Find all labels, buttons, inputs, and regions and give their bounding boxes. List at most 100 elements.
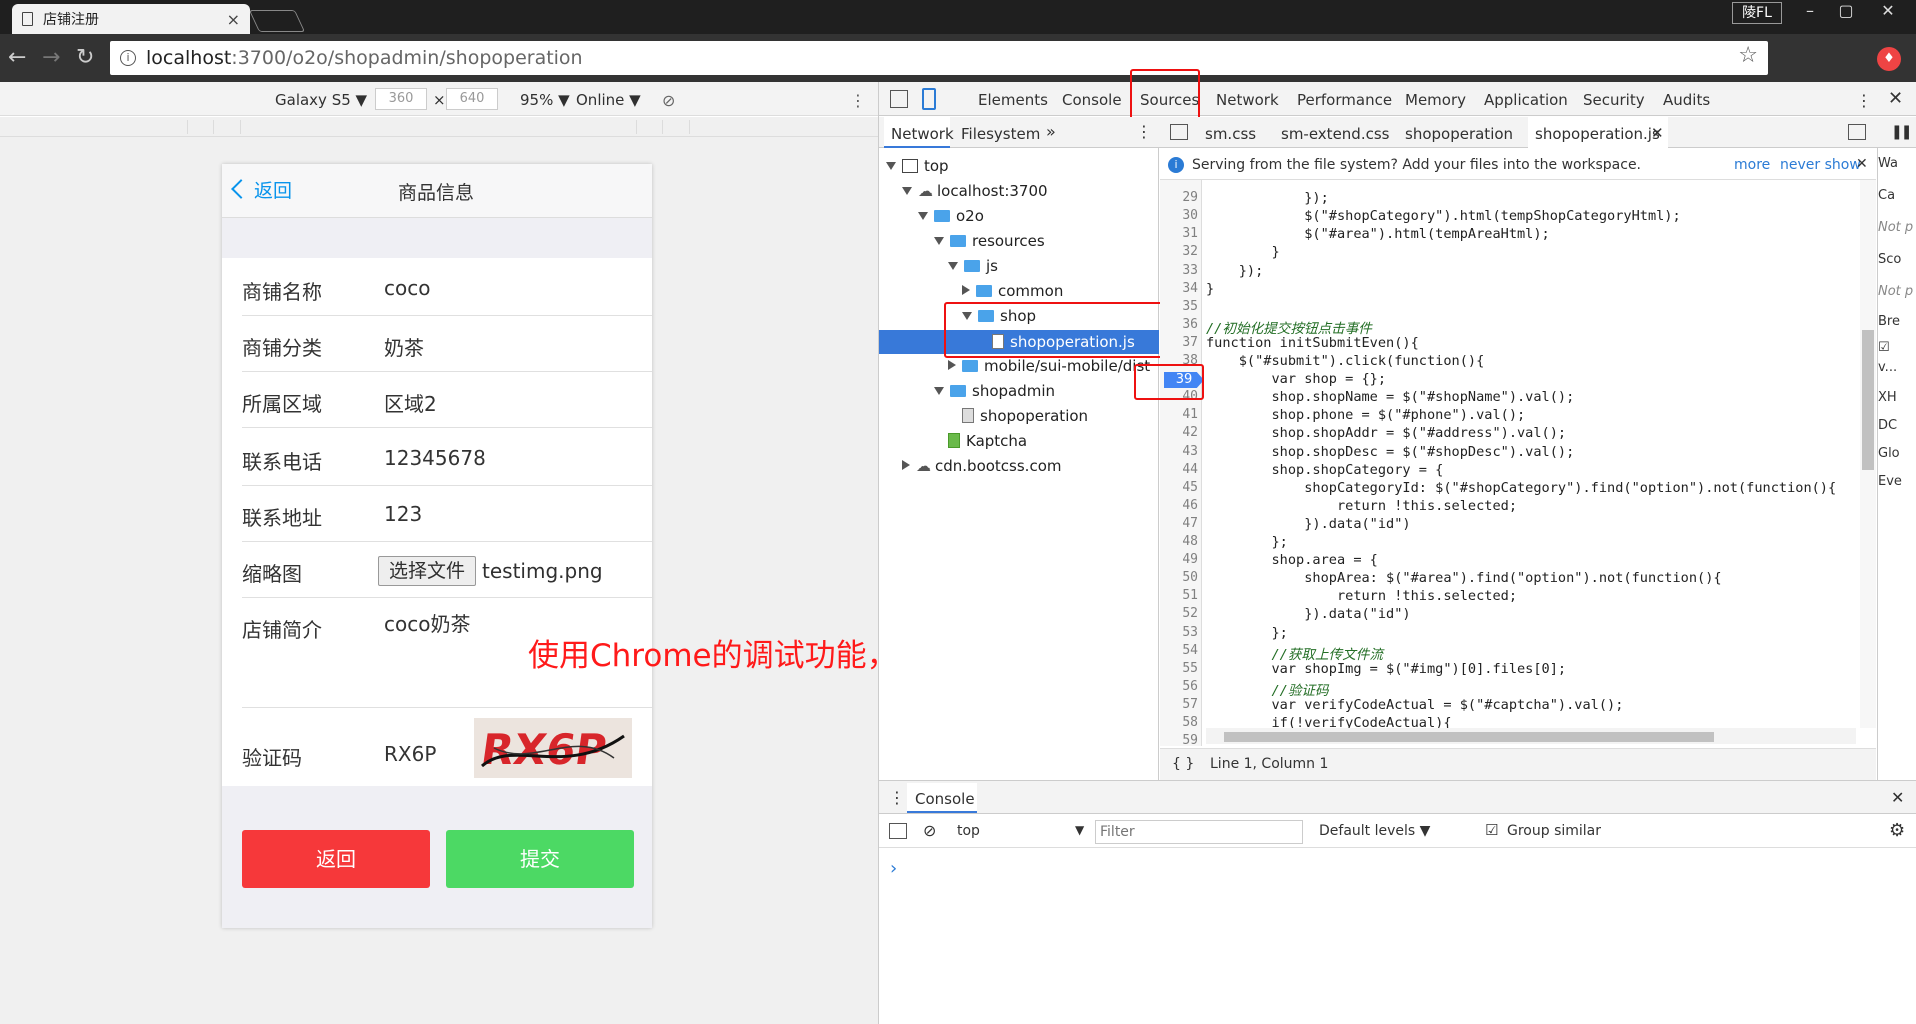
log-levels-select[interactable]: Default levels ▼: [1319, 823, 1430, 839]
close-devtools-icon[interactable]: ✕: [1888, 88, 1903, 109]
more-tabs-icon[interactable]: »: [1046, 122, 1056, 141]
line-number[interactable]: 53: [1162, 625, 1198, 640]
toggle-navigator-icon[interactable]: [1170, 124, 1188, 140]
section-scope[interactable]: Sco: [1878, 252, 1901, 267]
tree-item-top[interactable]: top: [886, 157, 949, 175]
description-textarea[interactable]: coco奶茶: [384, 608, 470, 637]
line-number[interactable]: 31: [1162, 226, 1198, 241]
info-icon[interactable]: i: [120, 50, 136, 66]
inspect-element-icon[interactable]: [890, 90, 908, 108]
tab-audits[interactable]: Audits: [1663, 91, 1710, 109]
line-number[interactable]: 30: [1162, 208, 1198, 223]
line-number[interactable]: 36: [1162, 317, 1198, 332]
tab-memory[interactable]: Memory: [1405, 91, 1466, 109]
pause-icon[interactable]: ❚❚: [1891, 124, 1913, 140]
close-drawer-icon[interactable]: ✕: [1891, 788, 1904, 807]
close-tab-icon[interactable]: ×: [227, 10, 240, 29]
tree-item-o2o[interactable]: o2o: [918, 207, 984, 225]
profile-button[interactable]: 陵FL: [1732, 2, 1782, 24]
tree-item-shopoperation[interactable]: shopoperation: [962, 407, 1088, 425]
media-query-ruler[interactable]: [0, 117, 878, 137]
address-bar[interactable]: i localhost:3700/o2o/shopadmin/shopopera…: [110, 41, 1768, 75]
line-number[interactable]: 43: [1162, 444, 1198, 459]
line-number[interactable]: 44: [1162, 462, 1198, 477]
device-toggle-icon[interactable]: [922, 88, 936, 110]
back-button[interactable]: 返回: [242, 830, 430, 888]
clear-console-icon[interactable]: ⊘: [923, 821, 936, 840]
line-number[interactable]: 49: [1162, 552, 1198, 567]
maximize-button[interactable]: ▢: [1828, 0, 1864, 24]
section-watch[interactable]: Wa: [1878, 156, 1898, 171]
line-number[interactable]: 51: [1162, 588, 1198, 603]
shield-icon[interactable]: ♦: [1877, 47, 1901, 71]
more-options-icon[interactable]: ⋮: [1136, 122, 1152, 141]
tree-item-js[interactable]: js: [948, 257, 998, 275]
line-number[interactable]: 47: [1162, 516, 1198, 531]
vertical-scroll-thumb[interactable]: [1862, 330, 1874, 470]
group-similar-checkbox[interactable]: ☑: [1485, 821, 1498, 839]
network-throttle-select[interactable]: Online ▼: [576, 91, 641, 109]
tab-security[interactable]: Security: [1583, 91, 1645, 109]
editor-tab-shopoperation[interactable]: shopoperation: [1405, 125, 1513, 143]
browser-tab[interactable]: 店铺注册 ×: [12, 4, 250, 34]
shop-category-select[interactable]: 奶茶: [384, 332, 424, 361]
line-number[interactable]: 57: [1162, 697, 1198, 712]
editor-tab-sm-extend-css[interactable]: sm-extend.css: [1281, 125, 1389, 143]
line-number[interactable]: 54: [1162, 643, 1198, 658]
device-select[interactable]: Galaxy S5 ▼: [275, 91, 367, 109]
tab-console[interactable]: Console: [1062, 91, 1122, 109]
tree-item-common[interactable]: common: [962, 282, 1063, 300]
phone-input[interactable]: 12345678: [384, 446, 486, 470]
console-filter-input[interactable]: [1095, 820, 1303, 844]
console-prompt[interactable]: ›: [890, 858, 897, 879]
nav-tab-filesystem[interactable]: Filesystem: [961, 125, 1040, 143]
section-dom-breakpoints[interactable]: DC: [1878, 418, 1897, 433]
horizontal-scroll-thumb[interactable]: [1224, 732, 1714, 742]
section-global-listeners[interactable]: Glo: [1878, 446, 1900, 461]
close-icon[interactable]: ✕: [1856, 156, 1868, 172]
line-number[interactable]: 33: [1162, 263, 1198, 278]
line-number[interactable]: 29: [1162, 190, 1198, 205]
reload-icon[interactable]: ↻: [76, 44, 94, 72]
never-show-link[interactable]: never show: [1780, 157, 1861, 173]
forward-arrow-icon[interactable]: →: [42, 44, 60, 72]
line-number[interactable]: 37: [1162, 335, 1198, 350]
pretty-print-icon[interactable]: { }: [1172, 756, 1194, 772]
close-tab-icon[interactable]: ✕: [1651, 124, 1664, 142]
shop-name-input[interactable]: coco: [384, 276, 430, 300]
back-link[interactable]: 返回: [231, 176, 292, 203]
line-number[interactable]: 35: [1162, 299, 1198, 314]
line-number[interactable]: 48: [1162, 534, 1198, 549]
line-number[interactable]: 58: [1162, 715, 1198, 730]
line-number[interactable]: 41: [1162, 407, 1198, 422]
line-number[interactable]: 46: [1162, 498, 1198, 513]
tree-item-kaptcha[interactable]: Kaptcha: [948, 432, 1027, 450]
minimize-button[interactable]: –: [1792, 0, 1828, 24]
tab-elements[interactable]: Elements: [978, 91, 1048, 109]
toggle-debugger-icon[interactable]: [1848, 124, 1866, 140]
address-input[interactable]: 123: [384, 502, 422, 526]
zoom-select[interactable]: 95% ▼: [520, 91, 570, 109]
section-xhr-breakpoints[interactable]: XH: [1878, 390, 1897, 405]
line-number[interactable]: 32: [1162, 244, 1198, 259]
more-options-icon[interactable]: ⋮: [889, 788, 905, 807]
submit-button[interactable]: 提交: [446, 830, 634, 888]
editor-tab-sm-css[interactable]: sm.css: [1205, 125, 1256, 143]
line-number[interactable]: 55: [1162, 661, 1198, 676]
line-number[interactable]: 42: [1162, 425, 1198, 440]
tree-item-cdn[interactable]: ☁ cdn.bootcss.com: [902, 457, 1061, 475]
line-number[interactable]: 52: [1162, 606, 1198, 621]
section-breakpoints[interactable]: Bre: [1878, 314, 1900, 329]
more-link[interactable]: more: [1734, 157, 1770, 173]
rotate-icon[interactable]: ⊘: [662, 91, 675, 110]
captcha-image[interactable]: RX6P: [474, 718, 632, 778]
tab-network[interactable]: Network: [1216, 91, 1279, 109]
line-number[interactable]: 34: [1162, 281, 1198, 296]
area-select[interactable]: 区域2: [384, 388, 437, 417]
tree-item-shopadmin[interactable]: shopadmin: [934, 382, 1055, 400]
tree-item-sui-mobile[interactable]: mobile/sui-mobile/dist: [948, 357, 1158, 375]
line-number[interactable]: 45: [1162, 480, 1198, 495]
new-tab-button[interactable]: [248, 10, 306, 32]
line-number[interactable]: 50: [1162, 570, 1198, 585]
back-arrow-icon[interactable]: ←: [8, 44, 26, 72]
